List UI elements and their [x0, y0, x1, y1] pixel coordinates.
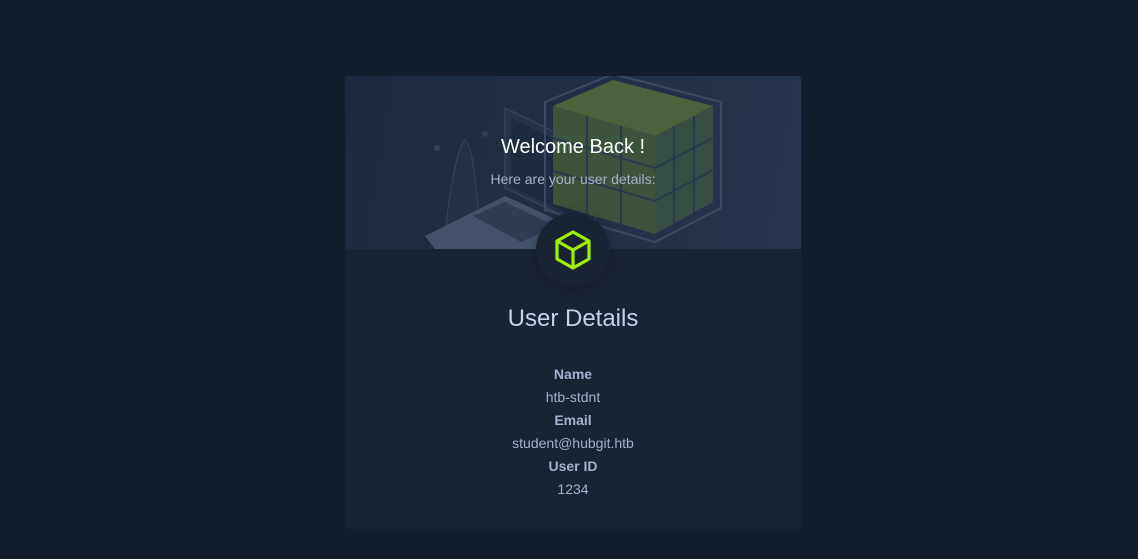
email-value: student@hubgit.htb: [512, 435, 634, 451]
welcome-subtitle: Here are your user details:: [490, 171, 656, 187]
name-label: Name: [553, 366, 593, 382]
user-id-label: User ID: [548, 458, 598, 474]
cube-icon: [555, 230, 591, 270]
name-value: htb-stdnt: [545, 389, 601, 405]
email-label: Email: [554, 412, 592, 428]
user-id-value: 1234: [557, 481, 589, 497]
user-details-title: User Details: [507, 305, 639, 332]
welcome-title: Welcome Back !: [500, 136, 646, 158]
user-details-card: Welcome Back ! Here are your user detail…: [345, 76, 801, 529]
avatar: [536, 213, 610, 287]
